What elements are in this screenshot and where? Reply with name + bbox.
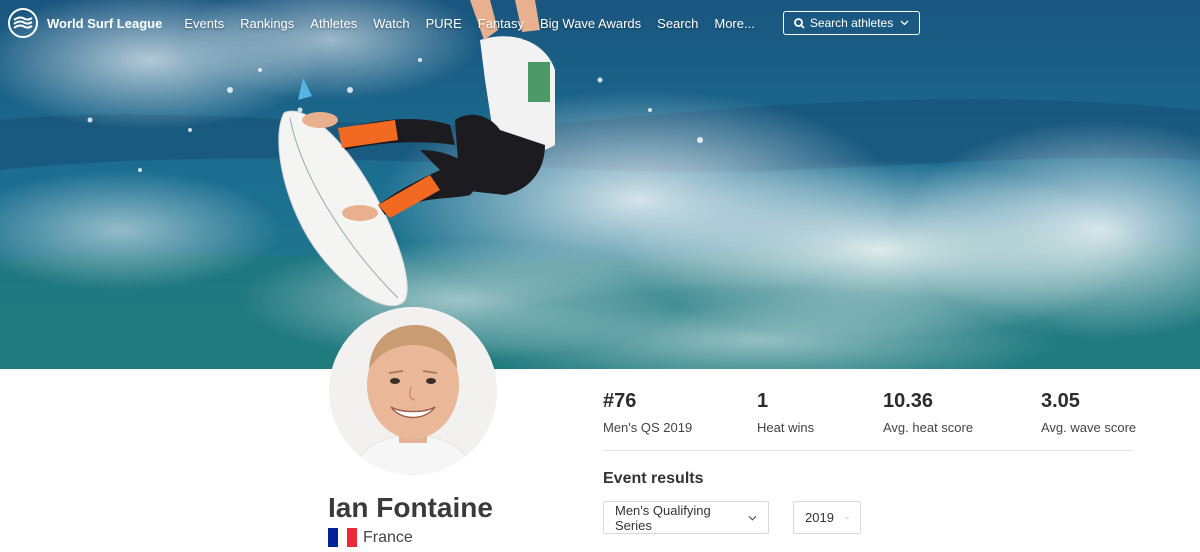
chevron-down-icon [846, 516, 849, 519]
wave-logo-icon [8, 8, 38, 38]
stat-label: Avg. heat score [883, 420, 974, 435]
nav-item-fantasy[interactable]: Fantasy [478, 16, 524, 31]
nav-item-pure[interactable]: PURE [426, 16, 462, 31]
athlete-name: Ian Fontaine [328, 492, 493, 523]
chevron-down-icon [900, 20, 909, 26]
series-select-value: Men's Qualifying Series [615, 502, 711, 533]
series-select[interactable]: Men's Qualifying Series [603, 501, 769, 534]
stat-ranking: #76 Men's QS 2019 [603, 390, 692, 435]
nav-item-watch[interactable]: Watch [373, 16, 409, 31]
nav-item-rankings[interactable]: Rankings [240, 16, 294, 31]
year-select[interactable]: 2019 [793, 501, 861, 534]
wsl-logo[interactable]: World Surf League [8, 8, 162, 38]
stat-value: 10.36 [883, 390, 934, 412]
country-name: France [363, 528, 413, 546]
stats-divider [603, 450, 1133, 451]
stat-value: 1 [757, 390, 769, 412]
year-select-value: 2019 [805, 510, 834, 525]
stat-heat-wins: 1 Heat wins [757, 390, 814, 435]
top-nav: World Surf League Events Rankings Athlet… [0, 0, 1200, 46]
search-icon [793, 17, 805, 29]
france-flag-icon [328, 528, 358, 547]
stat-label: Heat wins [757, 420, 815, 435]
athlete-portrait [329, 307, 497, 475]
stat-label: Avg. wave score [1041, 420, 1137, 435]
nav-item-more[interactable]: More... [714, 16, 754, 31]
stat-value: 3.05 [1041, 390, 1080, 412]
athlete-avatar [329, 307, 497, 475]
stat-label: Men's QS 2019 [603, 420, 693, 435]
brand-name: World Surf League [47, 15, 163, 31]
athlete-country: France [328, 528, 413, 547]
event-results-title: Event results [603, 470, 704, 487]
search-athletes-button[interactable]: Search athletes [782, 11, 921, 35]
chevron-down-icon [748, 515, 757, 521]
nav-item-events[interactable]: Events [184, 16, 224, 31]
stat-value: #76 [603, 390, 637, 412]
nav-item-search[interactable]: Search [657, 16, 698, 31]
hero-banner: World Surf League Events Rankings Athlet… [0, 0, 1200, 369]
stat-avg-heat-score: 10.36 Avg. heat score [883, 390, 973, 435]
stat-avg-wave-score: 3.05 Avg. wave score [1041, 390, 1136, 435]
nav-item-big-wave-awards[interactable]: Big Wave Awards [540, 16, 641, 31]
search-athletes-label: Search athletes [809, 16, 894, 30]
nav-links: Events Rankings Athletes Watch PURE Fant… [176, 16, 763, 31]
surf-photo [0, 0, 1200, 369]
nav-item-athletes[interactable]: Athletes [310, 16, 357, 31]
